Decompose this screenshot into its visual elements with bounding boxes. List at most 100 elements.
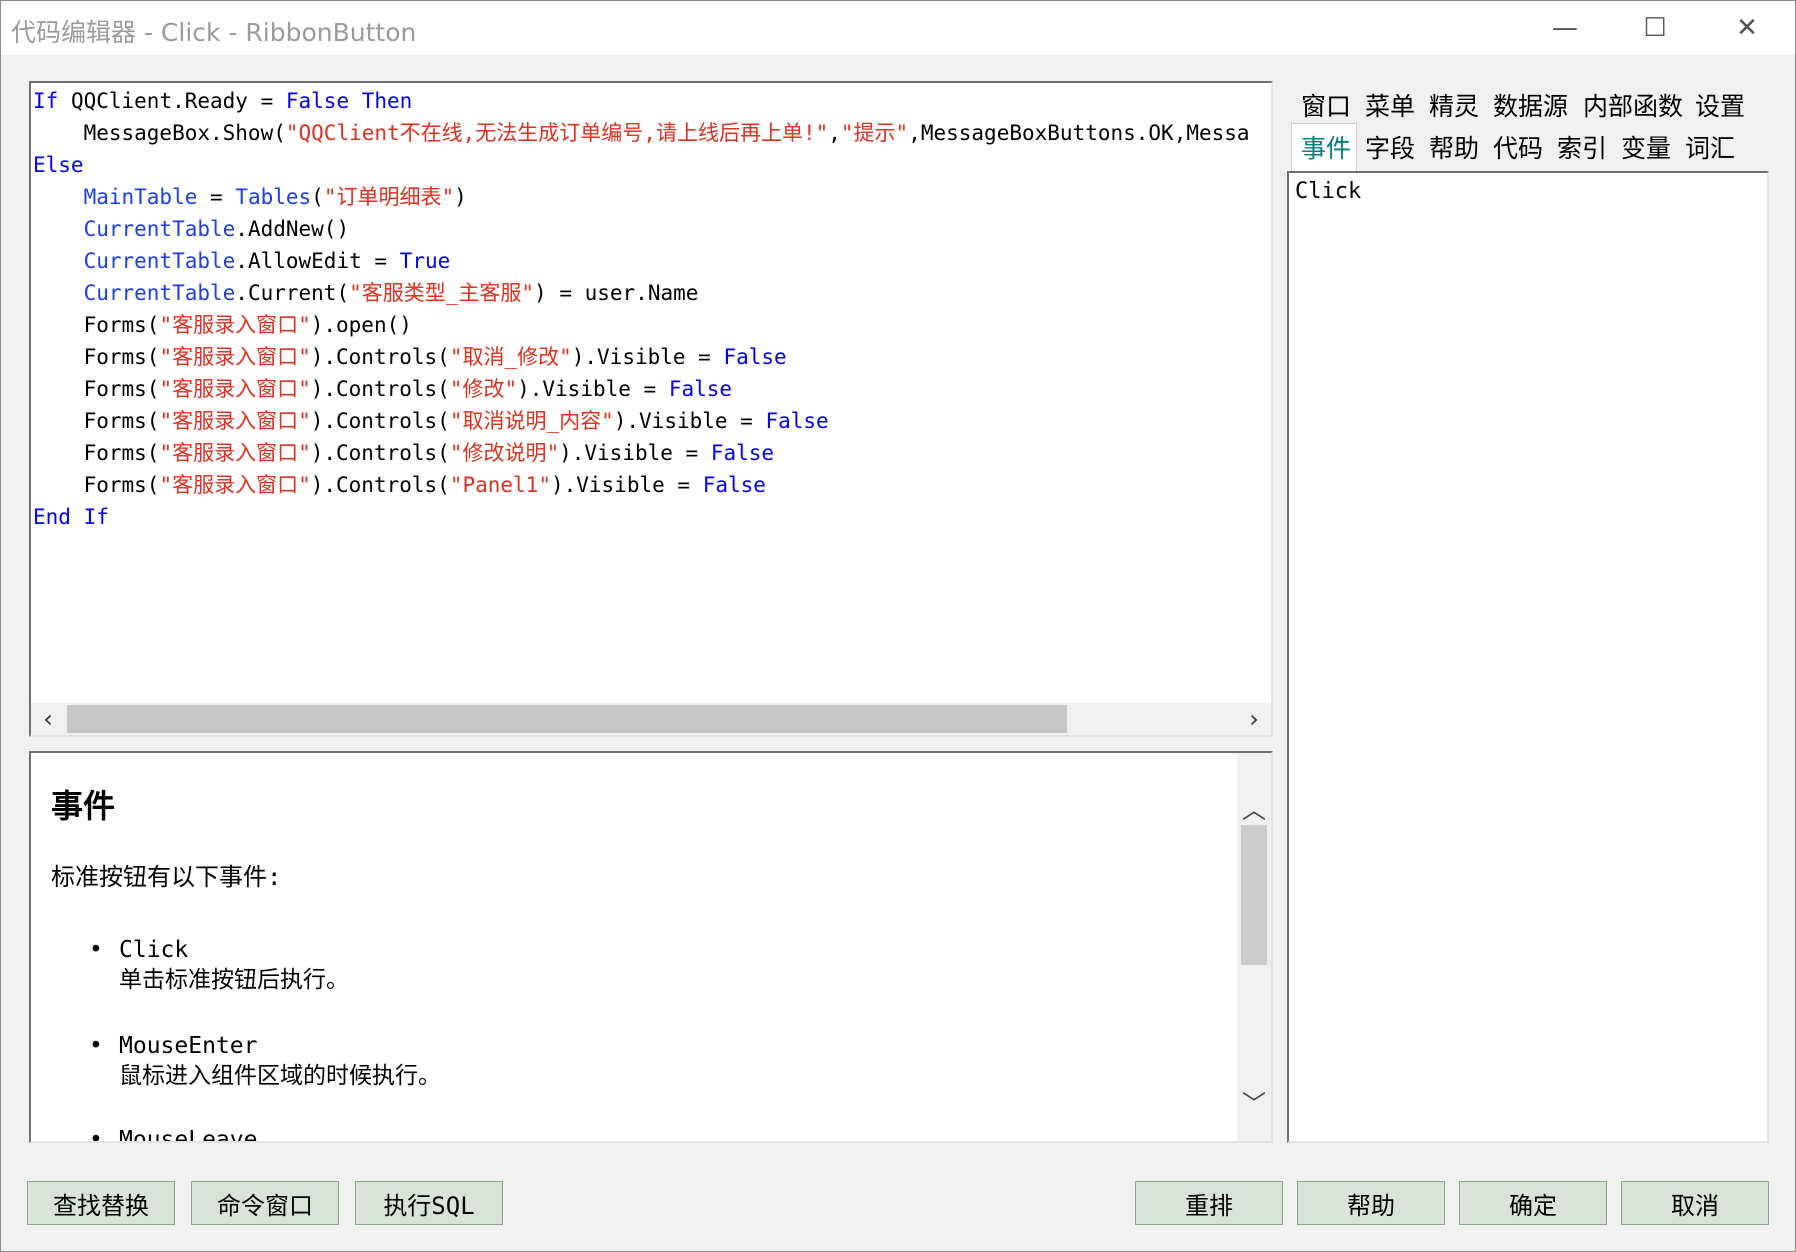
code-line[interactable]: Forms("客服录入窗口").open() bbox=[33, 309, 1271, 341]
code-token: "提示" bbox=[840, 121, 909, 145]
code-token: "取消说明_内容" bbox=[449, 409, 614, 433]
code-line[interactable]: Forms("客服录入窗口").Controls("修改").Visible =… bbox=[33, 373, 1271, 405]
window-title: 代码编辑器 - Click - RibbonButton bbox=[11, 18, 417, 47]
help-content: 事件 标准按钮有以下事件: • Click 单击标准按钮后执行。 • Mouse… bbox=[51, 753, 1221, 1141]
code-token: False bbox=[723, 345, 787, 369]
code-token: ).open() bbox=[310, 313, 412, 337]
code-line[interactable]: End If bbox=[33, 501, 1271, 533]
scroll-down-icon[interactable]: ﹀ bbox=[1237, 1081, 1271, 1121]
tab-datasource[interactable]: 数据源 bbox=[1493, 87, 1568, 123]
code-token: Else bbox=[33, 153, 84, 177]
tab-vocabulary[interactable]: 词汇 bbox=[1685, 129, 1735, 165]
tab-events[interactable]: 事件 bbox=[1301, 129, 1351, 165]
code-token: False bbox=[285, 89, 350, 113]
code-token: "客服录入窗口" bbox=[159, 441, 311, 465]
code-token: Forms( bbox=[33, 313, 160, 337]
tab-wizard[interactable]: 精灵 bbox=[1429, 87, 1479, 123]
code-text-area[interactable]: If QQClient.Ready = False Then MessageBo… bbox=[33, 85, 1271, 705]
code-token: = bbox=[197, 185, 236, 209]
code-token: .AddNew() bbox=[235, 217, 350, 241]
code-token: ) = user.Name bbox=[534, 281, 699, 305]
code-line[interactable]: Else bbox=[33, 149, 1271, 181]
maximize-button[interactable]: ☐ bbox=[1609, 1, 1701, 55]
code-token: End If bbox=[33, 505, 109, 529]
horizontal-scrollbar[interactable]: ‹ › bbox=[31, 703, 1271, 735]
rearrange-button[interactable]: 重排 bbox=[1135, 1181, 1283, 1225]
code-token: "QQClient不在线,无法生成订单编号,请上线后再上单!" bbox=[285, 121, 829, 145]
code-token: Then bbox=[361, 89, 413, 113]
cancel-button[interactable]: 取消 bbox=[1621, 1181, 1769, 1225]
code-token: Forms( bbox=[33, 377, 160, 401]
code-line[interactable]: MessageBox.Show("QQClient不在线,无法生成订单编号,请上… bbox=[33, 117, 1271, 149]
help-item-desc: 单击标准按钮后执行。 bbox=[119, 967, 349, 993]
code-token: .AllowEdit = bbox=[235, 249, 400, 273]
code-token: True bbox=[399, 249, 451, 273]
code-token: Forms( bbox=[33, 345, 160, 369]
code-token: .Current( bbox=[235, 281, 350, 305]
help-button[interactable]: 帮助 bbox=[1297, 1181, 1445, 1225]
code-token: False bbox=[765, 409, 829, 433]
code-line[interactable]: Forms("客服录入窗口").Controls("取消_修改").Visibl… bbox=[33, 341, 1271, 373]
minimize-button[interactable]: — bbox=[1519, 1, 1611, 55]
bullet-icon: • bbox=[89, 1127, 103, 1141]
scroll-right-icon[interactable]: › bbox=[1237, 703, 1271, 735]
code-line[interactable]: Forms("客服录入窗口").Controls("Panel1").Visib… bbox=[33, 469, 1271, 501]
code-token: CurrentTable bbox=[83, 249, 236, 273]
code-token: CurrentTable bbox=[83, 217, 236, 241]
event-item-click[interactable]: Click bbox=[1295, 179, 1361, 204]
code-line[interactable]: CurrentTable.AllowEdit = True bbox=[33, 245, 1271, 277]
tab-menu[interactable]: 菜单 bbox=[1365, 87, 1415, 123]
code-token: ) bbox=[454, 185, 467, 209]
scroll-thumb[interactable] bbox=[67, 705, 1067, 733]
tab-window[interactable]: 窗口 bbox=[1301, 87, 1351, 123]
tab-settings[interactable]: 设置 bbox=[1695, 87, 1745, 123]
code-token: "客服录入窗口" bbox=[159, 345, 311, 369]
code-token: ( bbox=[311, 185, 324, 209]
vertical-scrollbar[interactable]: ︿ ﹀ bbox=[1237, 753, 1271, 1141]
code-editor-window: 代码编辑器 - Click - RibbonButton — ☐ ✕ If QQ… bbox=[0, 0, 1796, 1252]
event-list[interactable]: Click bbox=[1287, 171, 1769, 1143]
tab-index[interactable]: 索引 bbox=[1557, 129, 1607, 165]
code-line[interactable]: Forms("客服录入窗口").Controls("取消说明_内容").Visi… bbox=[33, 405, 1271, 437]
code-line[interactable]: If QQClient.Ready = False Then bbox=[33, 85, 1271, 117]
code-token: False bbox=[710, 441, 775, 465]
code-line[interactable]: Forms("客服录入窗口").Controls("修改说明").Visible… bbox=[33, 437, 1271, 469]
code-token: ,MessageBoxButtons.OK,Messa bbox=[908, 121, 1250, 145]
scroll-thumb[interactable] bbox=[1241, 825, 1267, 965]
tab-fields[interactable]: 字段 bbox=[1365, 129, 1415, 165]
help-item: • MouseLeave bbox=[89, 1125, 257, 1141]
code-token: "客服录入窗口" bbox=[159, 313, 311, 337]
code-token: If bbox=[33, 89, 59, 113]
ok-button[interactable]: 确定 bbox=[1459, 1181, 1607, 1225]
help-panel: 事件 标准按钮有以下事件: • Click 单击标准按钮后执行。 • Mouse… bbox=[29, 751, 1273, 1143]
tab-code[interactable]: 代码 bbox=[1493, 129, 1543, 165]
code-token: "Panel1" bbox=[449, 473, 551, 497]
scroll-up-icon[interactable]: ︿ bbox=[1237, 787, 1271, 827]
tab-help[interactable]: 帮助 bbox=[1429, 129, 1479, 165]
tab-variables[interactable]: 变量 bbox=[1621, 129, 1671, 165]
command-window-button[interactable]: 命令窗口 bbox=[191, 1181, 339, 1225]
code-line[interactable]: CurrentTable.AddNew() bbox=[33, 213, 1271, 245]
code-token: Forms( bbox=[33, 441, 160, 465]
code-token: ).Visible = bbox=[550, 473, 703, 497]
execute-sql-button[interactable]: 执行SQL bbox=[355, 1181, 503, 1225]
find-replace-button[interactable]: 查找替换 bbox=[27, 1181, 175, 1225]
code-line[interactable]: CurrentTable.Current("客服类型_主客服") = user.… bbox=[33, 277, 1271, 309]
code-line[interactable]: MainTable = Tables("订单明细表") bbox=[33, 181, 1271, 213]
code-token: ).Controls( bbox=[310, 377, 450, 401]
code-editor[interactable]: If QQClient.Ready = False Then MessageBo… bbox=[29, 81, 1273, 737]
code-token: ).Visible = bbox=[613, 409, 766, 433]
code-token: MainTable bbox=[83, 185, 198, 209]
close-button[interactable]: ✕ bbox=[1701, 1, 1793, 55]
code-token: , bbox=[828, 121, 841, 145]
tab-functions[interactable]: 内部函数 bbox=[1583, 87, 1683, 123]
scroll-left-icon[interactable]: ‹ bbox=[31, 703, 65, 735]
code-token: "客服录入窗口" bbox=[159, 409, 311, 433]
help-item: • Click 单击标准按钮后执行。 bbox=[89, 935, 349, 995]
code-token: ).Visible = bbox=[559, 441, 711, 465]
bullet-icon: • bbox=[89, 1033, 103, 1059]
